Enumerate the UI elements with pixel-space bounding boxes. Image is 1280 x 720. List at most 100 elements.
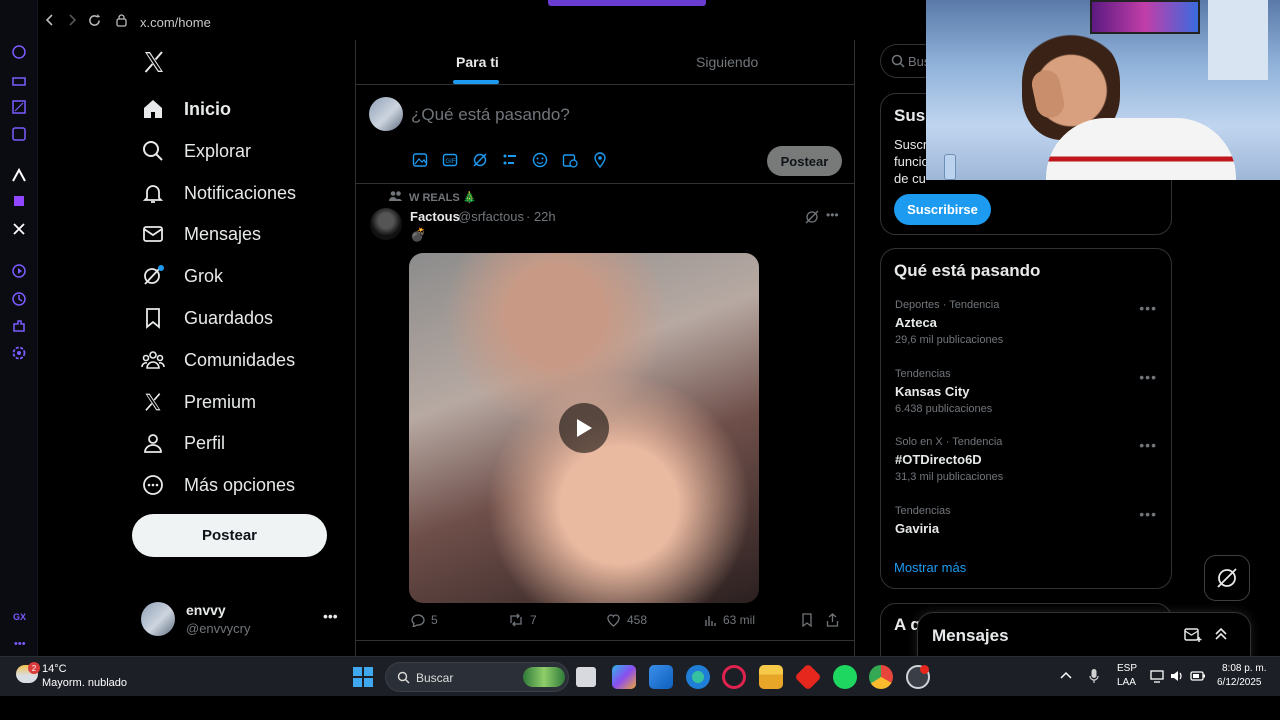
compose-post-button[interactable]: Postear bbox=[767, 146, 842, 176]
twitch-icon[interactable] bbox=[11, 194, 29, 212]
opera-gx-icon[interactable] bbox=[722, 665, 746, 689]
repost-icon bbox=[510, 613, 522, 627]
nav-item-bookmarks[interactable]: Guardados bbox=[140, 298, 273, 338]
nav-label: Notificaciones bbox=[184, 182, 297, 203]
author-handle[interactable]: @srfactous bbox=[458, 209, 524, 224]
community-label[interactable]: W REALS 🎄 bbox=[409, 191, 476, 204]
grok-icon[interactable] bbox=[472, 152, 488, 168]
speed-dial-icon[interactable] bbox=[11, 44, 29, 62]
reload-icon[interactable] bbox=[88, 14, 101, 27]
reply-button[interactable]: 5 bbox=[410, 613, 438, 627]
more-dots-icon[interactable]: ••• bbox=[323, 608, 338, 624]
emoji-icon[interactable] bbox=[532, 152, 548, 168]
mail-app-icon[interactable] bbox=[649, 665, 673, 689]
nav-item-home[interactable]: Inicio bbox=[140, 89, 231, 129]
schedule-icon[interactable] bbox=[562, 152, 578, 168]
grok-explain-icon[interactable] bbox=[805, 210, 819, 224]
player-icon[interactable] bbox=[11, 263, 29, 281]
ship-icon[interactable] bbox=[11, 72, 29, 90]
nav-item-grok[interactable]: Grok bbox=[140, 256, 223, 296]
settings-icon[interactable] bbox=[11, 345, 29, 363]
subscribe-button[interactable]: Suscribirse bbox=[894, 194, 991, 225]
forward-icon[interactable] bbox=[66, 14, 78, 26]
volume-icon[interactable] bbox=[1170, 669, 1184, 683]
taskbar-search[interactable]: Buscar bbox=[385, 662, 569, 692]
edge-icon[interactable] bbox=[686, 665, 710, 689]
copilot-icon[interactable] bbox=[612, 665, 636, 689]
account-switcher[interactable]: envvy @envvycry ••• bbox=[141, 600, 341, 640]
location-icon[interactable] bbox=[592, 152, 608, 168]
clock-date[interactable]: 6/12/2025 bbox=[1217, 677, 1262, 688]
messages-drawer[interactable]: Mensajes bbox=[917, 612, 1251, 660]
trend-more-icon[interactable]: ••• bbox=[1139, 437, 1157, 453]
nav-item-more[interactable]: Más opciones bbox=[140, 465, 295, 505]
views-button[interactable]: 63 mil bbox=[704, 613, 755, 627]
x-sidebar-icon[interactable] bbox=[11, 221, 29, 239]
arc-icon[interactable] bbox=[11, 167, 29, 185]
repost-button[interactable]: 7 bbox=[508, 613, 537, 627]
windows-taskbar: 2 14°C Mayorm. nublado Buscar ESP LAA 8:… bbox=[0, 656, 1280, 696]
trend-more-icon[interactable]: ••• bbox=[1139, 369, 1157, 385]
gx-label: GX bbox=[13, 612, 27, 622]
trend-item[interactable]: Solo en X · Tendencia #OTDirecto6D 31,3 … bbox=[895, 436, 1003, 483]
post-button[interactable]: Postear bbox=[132, 514, 327, 557]
poll-icon[interactable] bbox=[502, 152, 518, 168]
nav-item-messages[interactable]: Mensajes bbox=[140, 214, 261, 254]
chevron-up-icon[interactable] bbox=[1060, 670, 1072, 680]
grok-floating-button[interactable] bbox=[1204, 555, 1250, 601]
post-more-icon[interactable]: ••• bbox=[826, 208, 839, 222]
trend-item[interactable]: Tendencias Gaviria bbox=[895, 505, 951, 536]
author-avatar[interactable] bbox=[370, 208, 402, 240]
expand-icon[interactable] bbox=[1214, 627, 1228, 641]
nav-item-premium[interactable]: Premium bbox=[140, 382, 256, 422]
back-icon[interactable] bbox=[44, 14, 56, 26]
trend-item[interactable]: Tendencias Kansas City 6.438 publicacion… bbox=[895, 368, 992, 415]
x-logo-icon[interactable] bbox=[142, 50, 166, 74]
file-explorer-icon[interactable] bbox=[759, 665, 783, 689]
share-button[interactable] bbox=[826, 613, 839, 627]
gif-icon[interactable]: GIF bbox=[442, 152, 458, 168]
trend-item[interactable]: Deportes · Tendencia Azteca 29,6 mil pub… bbox=[895, 299, 1003, 346]
like-button[interactable]: 458 bbox=[606, 613, 647, 627]
reply-icon bbox=[411, 614, 425, 627]
language-indicator[interactable]: ESP bbox=[1117, 663, 1137, 674]
weather-desc[interactable]: Mayorm. nublado bbox=[42, 677, 127, 689]
task-view-icon[interactable] bbox=[576, 667, 596, 687]
game-launcher-icon[interactable] bbox=[794, 663, 822, 691]
messenger-icon[interactable] bbox=[11, 126, 29, 144]
trend-more-icon[interactable]: ••• bbox=[1139, 300, 1157, 316]
compose-input[interactable]: ¿Qué está pasando? bbox=[411, 105, 570, 125]
trend-more-icon[interactable]: ••• bbox=[1139, 506, 1157, 522]
play-icon[interactable] bbox=[559, 403, 609, 453]
author-name[interactable]: Factous bbox=[410, 209, 460, 224]
address-bar[interactable]: x.com/home bbox=[140, 15, 211, 30]
keyboard-layout[interactable]: LAA bbox=[1117, 677, 1136, 688]
history-icon[interactable] bbox=[11, 291, 29, 309]
extensions-icon[interactable] bbox=[11, 318, 29, 336]
network-icon[interactable] bbox=[1150, 669, 1164, 683]
more-icon[interactable]: ••• bbox=[14, 638, 26, 650]
notes-icon[interactable] bbox=[11, 99, 29, 117]
new-message-icon[interactable] bbox=[1184, 627, 1202, 643]
show-more-link[interactable]: Mostrar más bbox=[894, 560, 966, 575]
windows-start-icon[interactable] bbox=[353, 667, 373, 687]
nav-item-profile[interactable]: Perfil bbox=[140, 423, 225, 463]
bookmark-button[interactable] bbox=[801, 613, 813, 627]
post-time[interactable]: · 22h bbox=[526, 209, 556, 224]
nav-item-communities[interactable]: Comunidades bbox=[140, 340, 295, 380]
spotify-icon[interactable] bbox=[833, 665, 857, 689]
post-video[interactable] bbox=[409, 253, 759, 603]
bookmark-icon bbox=[140, 305, 166, 331]
battery-icon[interactable] bbox=[1190, 669, 1206, 683]
active-tab-indicator[interactable] bbox=[548, 0, 706, 6]
tab-for-you[interactable]: Para ti bbox=[456, 54, 499, 70]
messages-title: Mensajes bbox=[932, 626, 1009, 645]
nav-item-notifications[interactable]: Notificaciones bbox=[140, 173, 296, 213]
weather-temp[interactable]: 14°C bbox=[42, 663, 67, 675]
nav-item-explore[interactable]: Explorar bbox=[140, 131, 251, 171]
image-icon[interactable] bbox=[412, 152, 428, 168]
tab-following[interactable]: Siguiendo bbox=[696, 54, 758, 70]
chrome-icon[interactable] bbox=[869, 665, 893, 689]
microphone-icon[interactable] bbox=[1089, 668, 1099, 684]
clock-time[interactable]: 8:08 p. m. bbox=[1222, 663, 1266, 674]
